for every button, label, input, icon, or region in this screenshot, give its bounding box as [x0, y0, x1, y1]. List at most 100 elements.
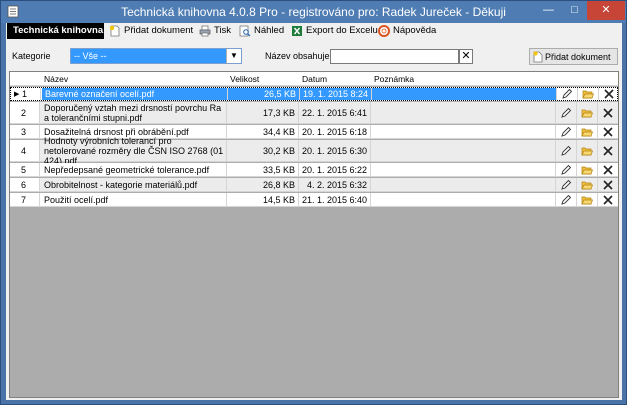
- cell-size[interactable]: 17,3 KB: [227, 102, 299, 123]
- row-header[interactable]: 4: [10, 140, 40, 161]
- menu-app-title[interactable]: Technická knihovna: [7, 23, 104, 39]
- document-date: 20. 1. 2015 6:18: [301, 126, 367, 137]
- table-row[interactable]: 5 Nepředepsané geometrické tolerance.pdf 3…: [10, 163, 618, 177]
- cell-note[interactable]: [371, 178, 556, 191]
- search-label: Název obsahuje:: [265, 51, 333, 61]
- row-header[interactable]: ▶ 1: [11, 88, 41, 100]
- menu-export-excel[interactable]: Export do Excelu: [291, 23, 378, 39]
- title-bar[interactable]: Technická knihovna 4.0.8 Pro - registrov…: [1, 1, 626, 23]
- app-window: Technická knihovna 4.0.8 Pro - registrov…: [0, 0, 627, 405]
- table-row[interactable]: 7 Použití ocelí.pdf 14,5 KB 21. 1. 2015 6:4…: [10, 193, 618, 207]
- pencil-icon: [561, 194, 572, 205]
- menu-print-label: Tisk: [214, 25, 232, 36]
- close-window-button[interactable]: ✕: [587, 1, 625, 20]
- edit-button[interactable]: [556, 193, 577, 206]
- search-input[interactable]: [330, 49, 459, 64]
- cell-size[interactable]: 30,2 KB: [227, 140, 299, 161]
- delete-icon: [603, 126, 613, 137]
- delete-icon: [603, 145, 613, 156]
- cell-note[interactable]: [371, 125, 556, 138]
- menu-print[interactable]: Tisk: [199, 23, 234, 39]
- folder-open-icon: [581, 181, 593, 189]
- cell-date[interactable]: 20. 1. 2015 6:18: [299, 125, 371, 138]
- open-file-button[interactable]: [577, 163, 598, 176]
- row-header[interactable]: 2: [10, 102, 40, 123]
- delete-button[interactable]: [598, 125, 618, 138]
- cell-name[interactable]: Použití ocelí.pdf: [41, 193, 227, 206]
- row-number: 2: [21, 107, 27, 118]
- table-header: Název Velikost Datum Poznámka: [10, 72, 618, 86]
- document-name: Barevné označení ocelí.pdf: [45, 89, 155, 99]
- cell-note[interactable]: [371, 193, 556, 206]
- cell-size[interactable]: 14,5 KB: [227, 193, 299, 206]
- document-size: 34,4 KB: [262, 126, 295, 137]
- delete-button[interactable]: [598, 163, 618, 176]
- cell-name[interactable]: Doporučený vztah mezi drsností povrchu R…: [41, 102, 227, 123]
- cell-date[interactable]: 21. 1. 2015 6:40: [299, 193, 371, 206]
- edit-button[interactable]: [556, 178, 577, 191]
- cell-name[interactable]: Hodnoty výrobních tolerancí pro netolero…: [41, 136, 227, 166]
- open-file-button[interactable]: [577, 178, 598, 191]
- menu-help[interactable]: Nápověda: [378, 23, 436, 39]
- cell-date[interactable]: 20. 1. 2015 6:22: [299, 163, 371, 176]
- clear-search-button[interactable]: ✕: [459, 49, 473, 64]
- cell-note[interactable]: [371, 140, 556, 161]
- column-header-date[interactable]: Datum: [302, 74, 327, 84]
- cell-name[interactable]: Obrobitelnost - kategorie materiálů.pdf: [41, 178, 227, 191]
- edit-button[interactable]: [557, 88, 578, 100]
- delete-button[interactable]: [598, 178, 618, 191]
- cell-date[interactable]: 22. 1. 2015 6:41: [299, 102, 371, 123]
- cell-date[interactable]: 20. 1. 2015 6:30: [299, 140, 371, 161]
- open-file-button[interactable]: [577, 125, 598, 138]
- delete-button[interactable]: [598, 140, 618, 161]
- category-select[interactable]: -- Vše -- ▼: [70, 48, 242, 64]
- column-header-note[interactable]: Poznámka: [374, 74, 414, 84]
- document-size: 33,5 KB: [262, 164, 295, 175]
- preview-icon: [239, 25, 251, 37]
- cell-date[interactable]: 4. 2. 2015 6:32: [299, 178, 371, 191]
- delete-button[interactable]: [598, 102, 618, 123]
- document-size: 14,5 KB: [262, 194, 295, 205]
- row-header[interactable]: 7: [10, 193, 40, 206]
- column-header-size[interactable]: Velikost: [230, 74, 259, 84]
- delete-button[interactable]: [598, 193, 618, 206]
- open-file-button[interactable]: [577, 102, 598, 123]
- add-document-button[interactable]: Přidat dokument: [529, 48, 618, 65]
- menu-add-document[interactable]: Přidat dokument: [109, 23, 194, 39]
- edit-button[interactable]: [556, 163, 577, 176]
- edit-button[interactable]: [556, 102, 577, 123]
- cell-size[interactable]: 26,5 KB: [228, 88, 300, 100]
- table-row[interactable]: 6 Obrobitelnost - kategorie materiálů.pdf…: [10, 178, 618, 192]
- open-file-button[interactable]: [577, 193, 598, 206]
- minimize-button[interactable]: —: [535, 1, 562, 20]
- cell-date[interactable]: 19. 1. 2015 8:24: [300, 88, 372, 100]
- maximize-button[interactable]: □: [562, 1, 587, 20]
- open-file-button[interactable]: [577, 140, 598, 161]
- row-header[interactable]: 6: [10, 178, 40, 191]
- row-number: 7: [21, 194, 27, 205]
- pencil-icon: [561, 145, 572, 156]
- document-name: Hodnoty výrobních tolerancí pro netolero…: [44, 135, 224, 166]
- folder-open-icon: [581, 166, 593, 174]
- column-header-name[interactable]: Název: [44, 74, 68, 84]
- cell-name[interactable]: Nepředepsané geometrické tolerance.pdf: [41, 163, 227, 176]
- cell-note[interactable]: [372, 88, 557, 100]
- table-row[interactable]: 2 Doporučený vztah mezi drsností povrchu …: [10, 102, 618, 124]
- cell-size[interactable]: 26,8 KB: [227, 178, 299, 191]
- edit-button[interactable]: [556, 140, 577, 161]
- table-row[interactable]: 4 Hodnoty výrobních tolerancí pro netoler…: [10, 136, 618, 166]
- delete-button[interactable]: [599, 88, 619, 100]
- menu-preview[interactable]: Náhled: [239, 23, 287, 39]
- cell-name[interactable]: Barevné označení ocelí.pdf: [42, 88, 228, 100]
- cell-note[interactable]: [371, 102, 556, 123]
- chevron-down-icon[interactable]: ▼: [226, 49, 241, 63]
- row-header[interactable]: 5: [10, 163, 40, 176]
- edit-button[interactable]: [556, 125, 577, 138]
- table-row[interactable]: ▶ 1 Barevné označení ocelí.pdf 26,5 KB 19. 1…: [10, 87, 618, 101]
- open-file-button[interactable]: [578, 88, 599, 100]
- row-header[interactable]: 3: [10, 125, 40, 138]
- cell-note[interactable]: [371, 163, 556, 176]
- document-date: 21. 1. 2015 6:40: [301, 194, 367, 205]
- cell-size[interactable]: 33,5 KB: [227, 163, 299, 176]
- cell-size[interactable]: 34,4 KB: [227, 125, 299, 138]
